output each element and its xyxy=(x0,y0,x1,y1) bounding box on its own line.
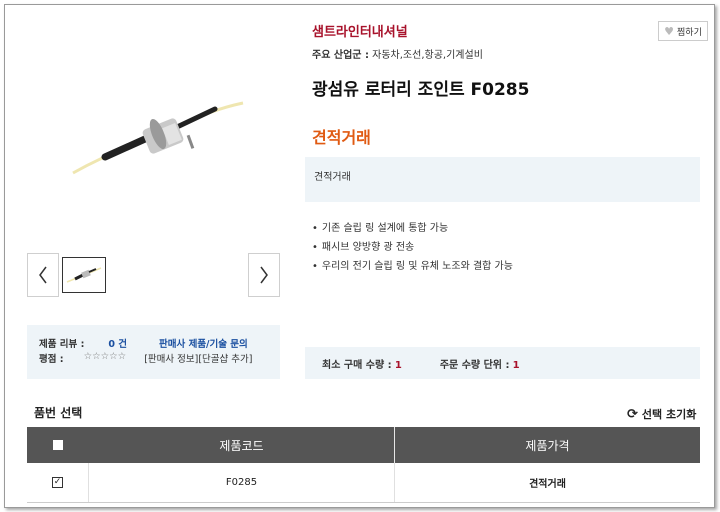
industry-info: 주요 산업군 : 자동차,조선,항공,기계설비 xyxy=(312,46,483,61)
review-label: 제품 리뷰 : xyxy=(39,339,85,350)
seller-name[interactable]: 샘트라인터내셔널 xyxy=(312,21,408,40)
refresh-icon: ⟳ xyxy=(627,406,638,422)
row-checkbox[interactable]: ✓ xyxy=(52,477,63,488)
industry-value: 자동차,조선,항공,기계설비 xyxy=(372,50,483,61)
reset-label: 선택 초기화 xyxy=(641,408,697,421)
table-header: 제품코드 제품가격 xyxy=(27,427,700,463)
review-count[interactable]: 0 건 xyxy=(108,336,127,350)
select-all-checkbox[interactable] xyxy=(53,440,63,450)
order-unit: 주문 수량 단위 : 1 xyxy=(440,356,520,371)
min-order: 최소 구매 수량 : 1 xyxy=(322,356,402,371)
feature-item: 우리의 전기 슬립 링 및 유체 노조와 결합 가능 xyxy=(312,259,513,278)
heart-icon: ♥ xyxy=(664,24,675,38)
industry-label: 주요 산업군 : xyxy=(312,50,369,61)
min-order-value: 1 xyxy=(394,359,402,371)
gallery-next-button[interactable] xyxy=(248,253,280,297)
add-favorite-shop-link[interactable]: [단골샵 추가] xyxy=(198,351,252,365)
feature-list: 기존 슬립 링 설계에 통합 가능 패시브 양방향 광 전송 우리의 전기 슬립… xyxy=(312,221,513,278)
row-product-price: 견적거래 xyxy=(529,479,566,490)
like-label: 찜하기 xyxy=(677,27,702,38)
min-order-label: 최소 구매 수량 : xyxy=(322,359,392,371)
feature-item: 기존 슬립 링 설계에 통합 가능 xyxy=(312,221,513,240)
order-quantity-info: 최소 구매 수량 : 1 주문 수량 단위 : 1 xyxy=(305,347,700,379)
product-image xyxy=(72,101,244,175)
row-select-cell: ✓ xyxy=(27,463,89,502)
part-select-title: 품번 선택 xyxy=(34,406,83,420)
select-all-cell xyxy=(27,427,89,463)
gallery-prev-button[interactable] xyxy=(27,253,59,297)
row-product-code: F0285 xyxy=(89,463,395,502)
product-detail-panel: 제품 리뷰 : 0 건 판매사 제품/기술 문의 평점 : ☆☆☆☆☆ [판매사… xyxy=(4,4,715,508)
seller-inquiry-link[interactable]: 판매사 제품/기술 문의 xyxy=(159,336,248,350)
gallery-thumbnail[interactable] xyxy=(62,257,106,293)
order-unit-value: 1 xyxy=(512,359,520,371)
reset-selection-button[interactable]: ⟳ 선택 초기화 xyxy=(627,406,696,422)
review-count-row: 제품 리뷰 : 0 건 판매사 제품/기술 문의 xyxy=(39,336,248,350)
product-price: 견적거래 xyxy=(312,128,371,147)
rating-label: 평점 : xyxy=(39,354,64,365)
part-table: 제품코드 제품가격 ✓ F0285 견적거래 xyxy=(27,427,700,503)
product-title: 광섬유 로터리 조인트 F0285 xyxy=(312,80,530,100)
table-row: ✓ F0285 견적거래 xyxy=(27,463,700,503)
seller-info-link[interactable]: [판매사 정보] xyxy=(144,351,198,365)
chevron-left-icon xyxy=(39,266,47,284)
product-description: 견적거래 xyxy=(305,157,700,202)
feature-item: 패시브 양방향 광 전송 xyxy=(312,240,513,259)
rating-row: 평점 : ☆☆☆☆☆ [판매사 정보] [단골샵 추가] xyxy=(39,351,252,365)
review-summary: 제품 리뷰 : 0 건 판매사 제품/기술 문의 평점 : ☆☆☆☆☆ [판매사… xyxy=(27,325,280,379)
like-button[interactable]: ♥ 찜하기 xyxy=(658,21,708,41)
thumbnail-image xyxy=(66,267,102,283)
chevron-right-icon xyxy=(260,266,268,284)
header-product-code: 제품코드 xyxy=(89,427,395,463)
rating-stars: ☆☆☆☆☆ xyxy=(83,351,127,362)
order-unit-label: 주문 수량 단위 : xyxy=(439,359,510,371)
header-product-price: 제품가격 xyxy=(525,438,570,453)
